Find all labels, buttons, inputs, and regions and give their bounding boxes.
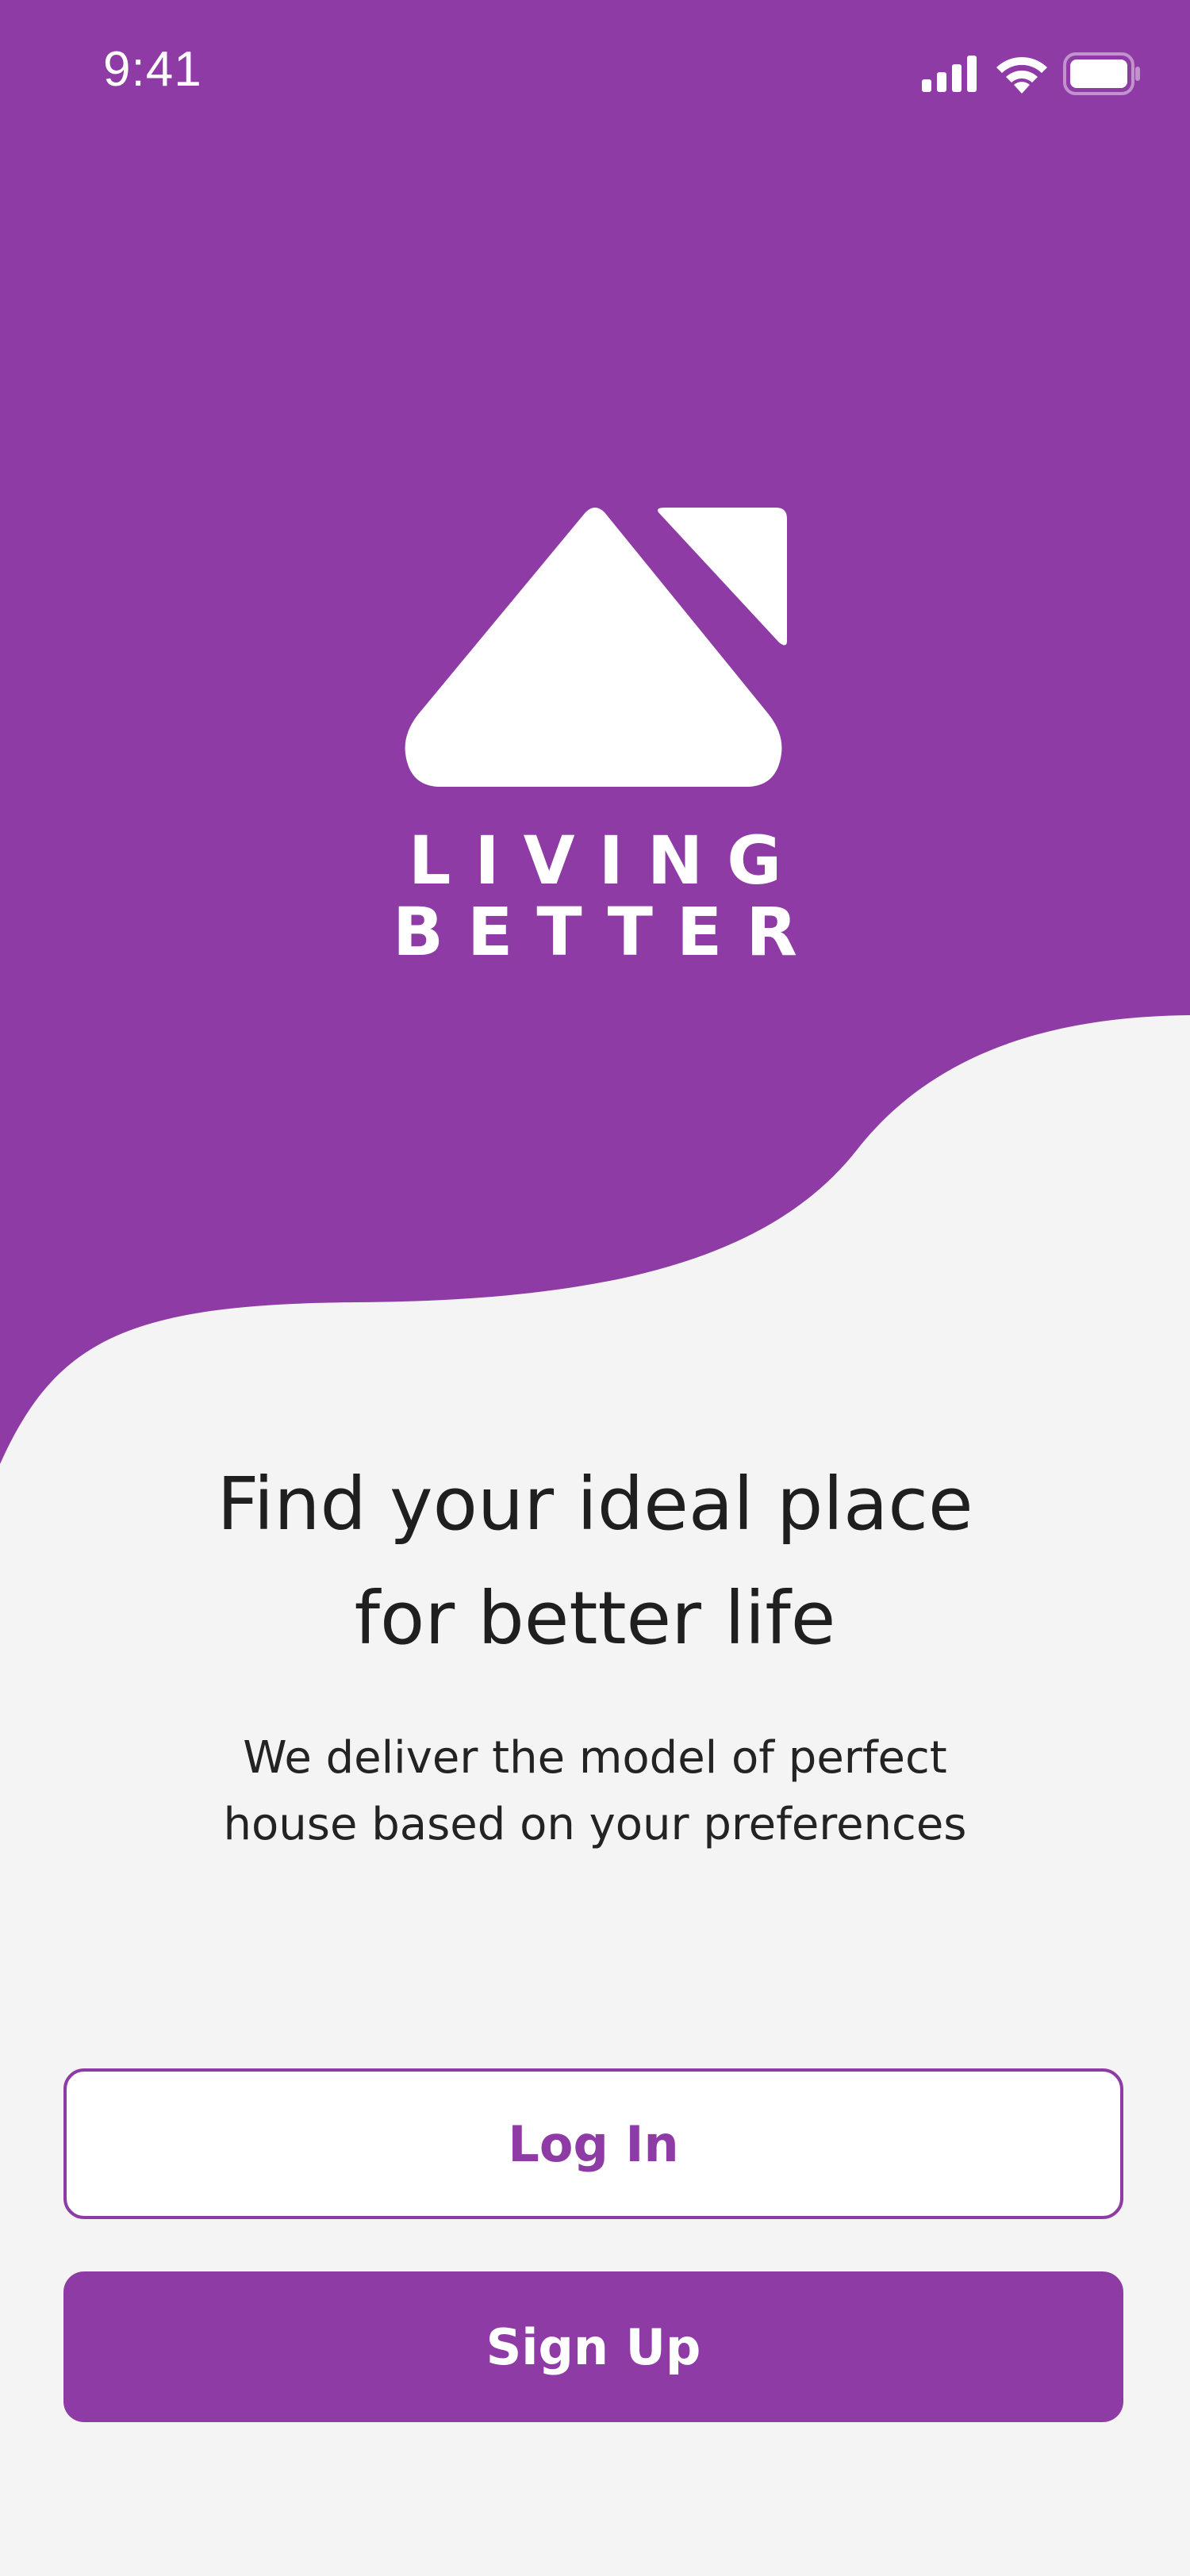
brand-wordmark: LIVING BETTER <box>357 825 833 968</box>
subtitle: We deliver the model of perfect house ba… <box>143 1725 1047 1858</box>
login-button-label: Log In <box>508 2114 679 2173</box>
subtitle-line-1: We deliver the model of perfect <box>243 1732 947 1784</box>
house-roof-icon <box>397 500 793 793</box>
battery-icon <box>1063 52 1141 95</box>
login-button[interactable]: Log In <box>63 2068 1123 2219</box>
wifi-icon <box>993 52 1050 94</box>
status-icons <box>922 49 1141 97</box>
headline-line-1: Find your ideal place <box>217 1462 973 1547</box>
brand-line-1: LIVING <box>408 822 806 899</box>
brand-line-2: BETTER <box>393 893 821 971</box>
headline-line-2: for better life <box>354 1576 836 1661</box>
welcome-screen: 9:41 LIVING BETTER Find your ideal place… <box>0 0 1190 2576</box>
status-bar: 9:41 <box>0 0 1190 143</box>
signup-button[interactable]: Sign Up <box>63 2271 1123 2422</box>
signal-icon <box>922 56 979 92</box>
signup-button-label: Sign Up <box>486 2317 701 2376</box>
headline: Find your ideal place for better life <box>95 1447 1095 1676</box>
status-time: 9:41 <box>103 42 202 97</box>
subtitle-line-2: house based on your preferences <box>223 1799 967 1850</box>
